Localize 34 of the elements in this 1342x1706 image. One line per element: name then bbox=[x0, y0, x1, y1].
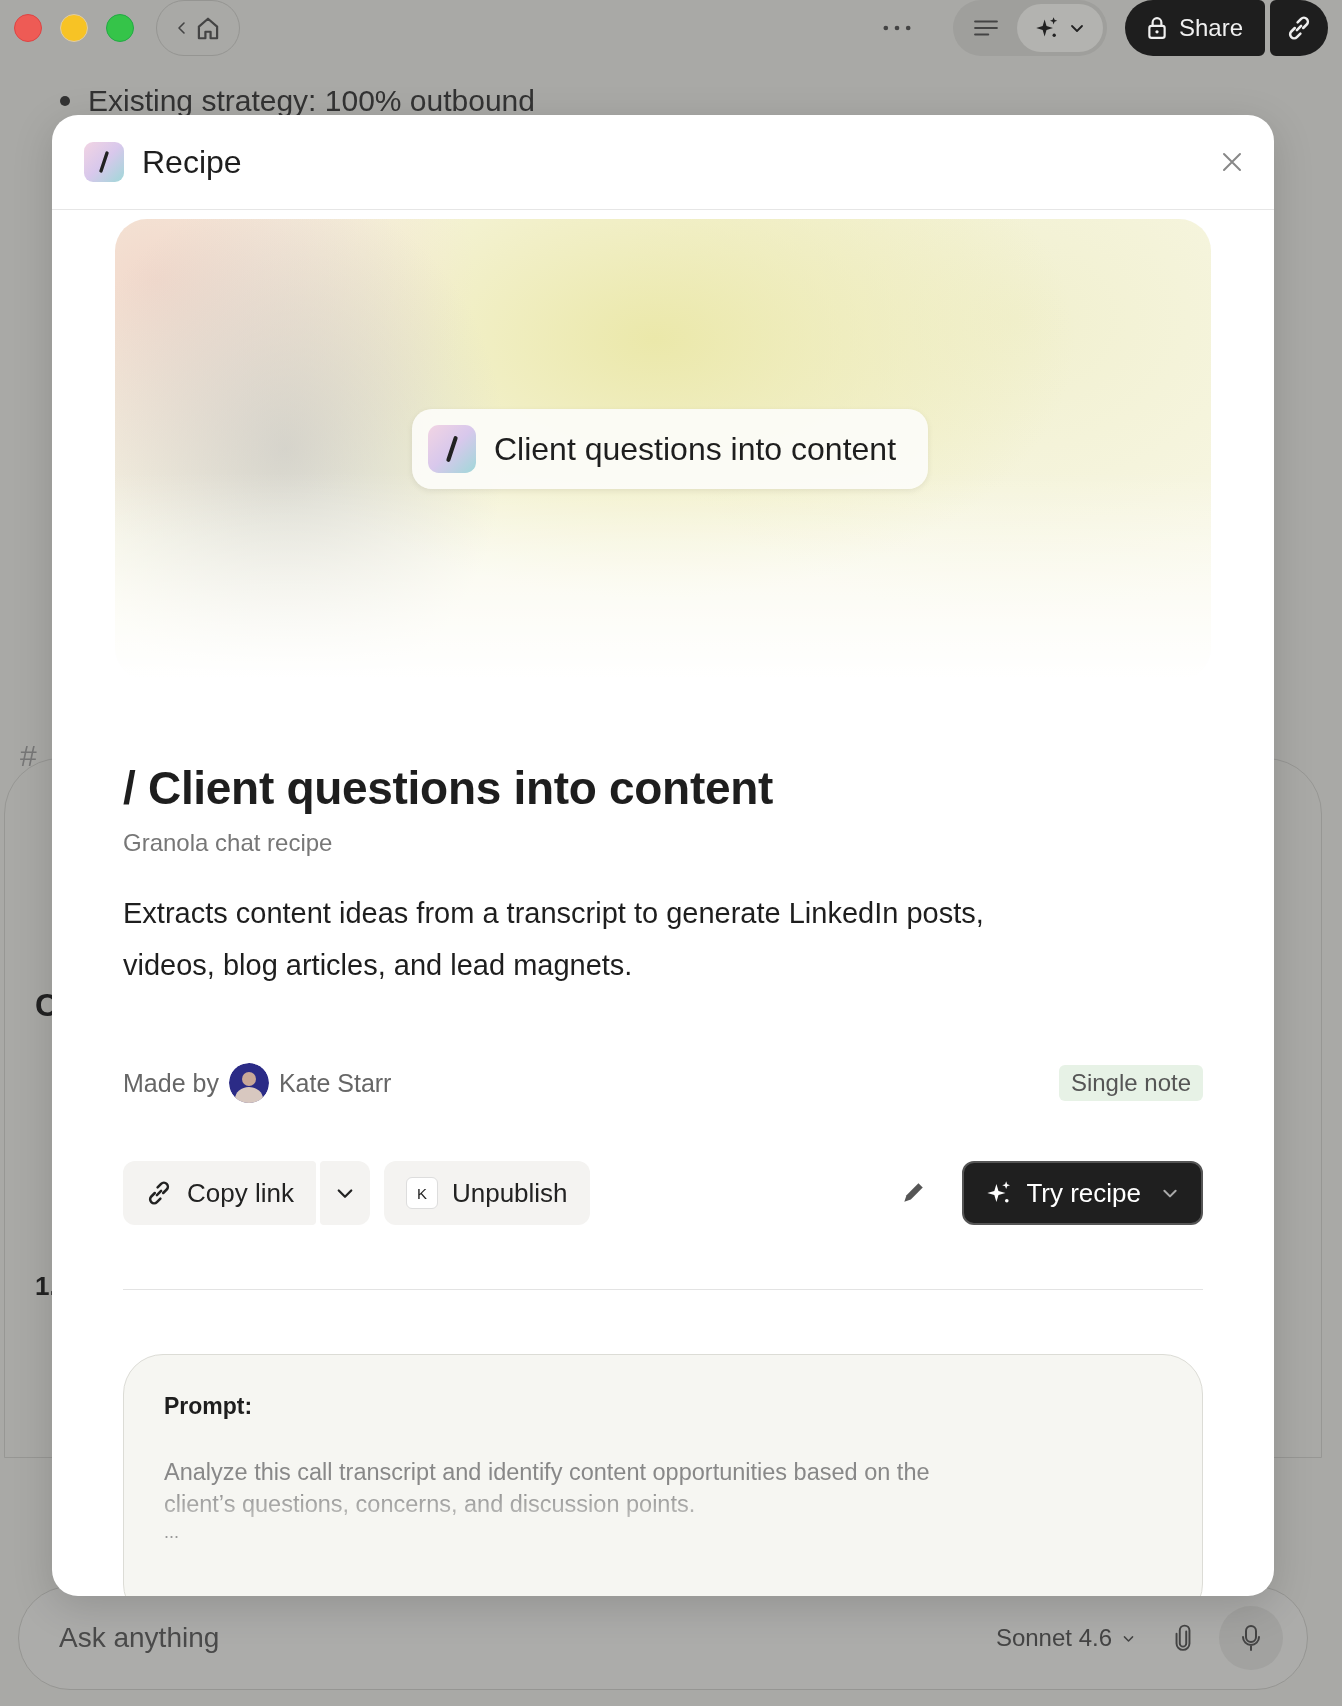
heading-mark: # bbox=[20, 739, 37, 773]
more-icon bbox=[882, 25, 911, 31]
microphone-icon bbox=[1241, 1624, 1261, 1652]
copy-link-button[interactable]: Copy link bbox=[123, 1161, 316, 1225]
try-recipe-button[interactable]: Try recipe bbox=[962, 1161, 1203, 1225]
lock-icon bbox=[1146, 16, 1167, 40]
made-by-label: Made by bbox=[123, 1068, 219, 1098]
prompt-text: Analyze this call transcript and identify content opportunities based on the client’s questions, concerns, and discussion points. bbox=[164, 1458, 931, 1519]
avatar bbox=[228, 1063, 269, 1103]
recipe-logo-icon bbox=[428, 425, 476, 473]
unpublish-button[interactable]: K Unpublish bbox=[383, 1161, 590, 1225]
shortcut-key: K bbox=[405, 1177, 438, 1209]
model-selector[interactable]: Sonnet 4.6 bbox=[995, 1624, 1135, 1652]
back-icon bbox=[175, 20, 187, 36]
author-name[interactable]: Kate Starr bbox=[278, 1068, 392, 1098]
ask-input-field[interactable]: Ask anything bbox=[57, 1621, 996, 1655]
copy-link-button[interactable] bbox=[1270, 0, 1328, 56]
share-button[interactable]: Share bbox=[1124, 0, 1265, 56]
close-icon[interactable] bbox=[1222, 152, 1242, 172]
prompt-label: Prompt: bbox=[164, 1393, 254, 1420]
recipe-logo-icon bbox=[84, 142, 124, 182]
recipe-heading: / Client questions into content bbox=[123, 761, 775, 815]
recipe-chip: Client questions into content bbox=[412, 409, 928, 489]
recipe-description: Extracts content ideas from a transcript to generate LinkedIn posts, videos, blog articles, and lead magnets. bbox=[123, 896, 985, 983]
paperclip-icon bbox=[1175, 1624, 1191, 1652]
ai-mode-tab[interactable] bbox=[1016, 4, 1103, 52]
menu-icon bbox=[972, 18, 999, 38]
bullet-icon bbox=[60, 96, 70, 106]
recipe-tag: Single note bbox=[1058, 1065, 1203, 1101]
more-indicator: ... bbox=[164, 1522, 180, 1543]
recipe-subtitle: Granola chat recipe bbox=[123, 829, 334, 857]
note-bullet-text: Existing strategy: 100% outbound bbox=[88, 84, 535, 118]
dialog-title: Recipe bbox=[142, 143, 243, 181]
home-icon bbox=[195, 15, 221, 41]
